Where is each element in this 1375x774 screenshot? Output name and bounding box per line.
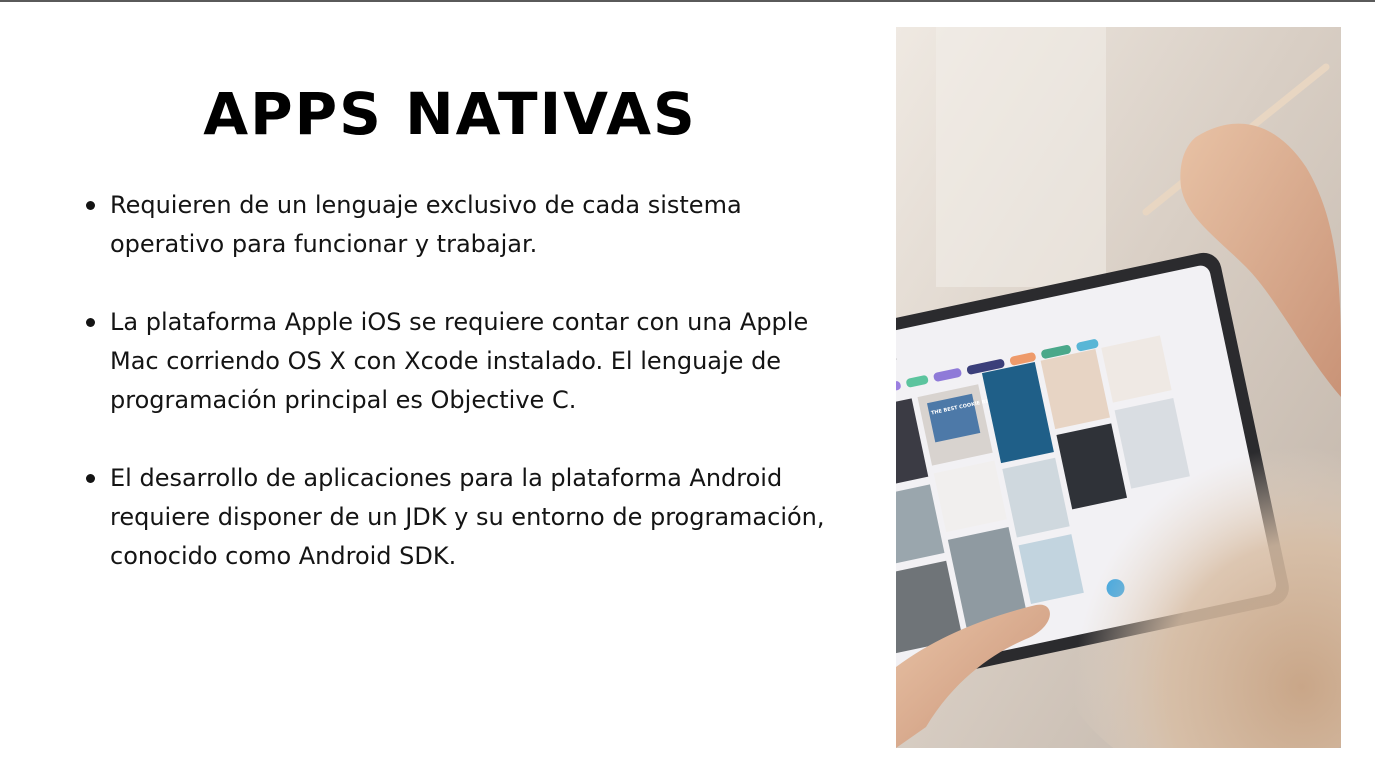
tablet-illustration: designlab THE BEST COOKIE RECIPES bbox=[896, 27, 1341, 748]
bullet-text: El desarrollo de aplicaciones para la pl… bbox=[110, 464, 825, 570]
bullet-item: El desarrollo de aplicaciones para la pl… bbox=[86, 459, 826, 576]
bullet-text: Requieren de un lenguaje exclusivo de ca… bbox=[110, 191, 742, 258]
bullet-dot-icon bbox=[86, 201, 95, 210]
grid-image bbox=[933, 460, 1007, 533]
tablet-photo: designlab THE BEST COOKIE RECIPES bbox=[896, 27, 1341, 748]
top-border-line bbox=[0, 0, 1375, 2]
bullet-text: La plataforma Apple iOS se requiere cont… bbox=[110, 308, 809, 414]
bullet-dot-icon bbox=[86, 318, 95, 327]
window-light bbox=[936, 27, 1106, 287]
bullet-item: Requieren de un lenguaje exclusivo de ca… bbox=[86, 186, 826, 264]
bullet-item: La plataforma Apple iOS se requiere cont… bbox=[86, 303, 826, 420]
bullet-dot-icon bbox=[86, 474, 95, 483]
slide-title: APPS NATIVAS bbox=[203, 80, 697, 148]
bullet-list: Requieren de un lenguaje exclusivo de ca… bbox=[86, 186, 826, 615]
